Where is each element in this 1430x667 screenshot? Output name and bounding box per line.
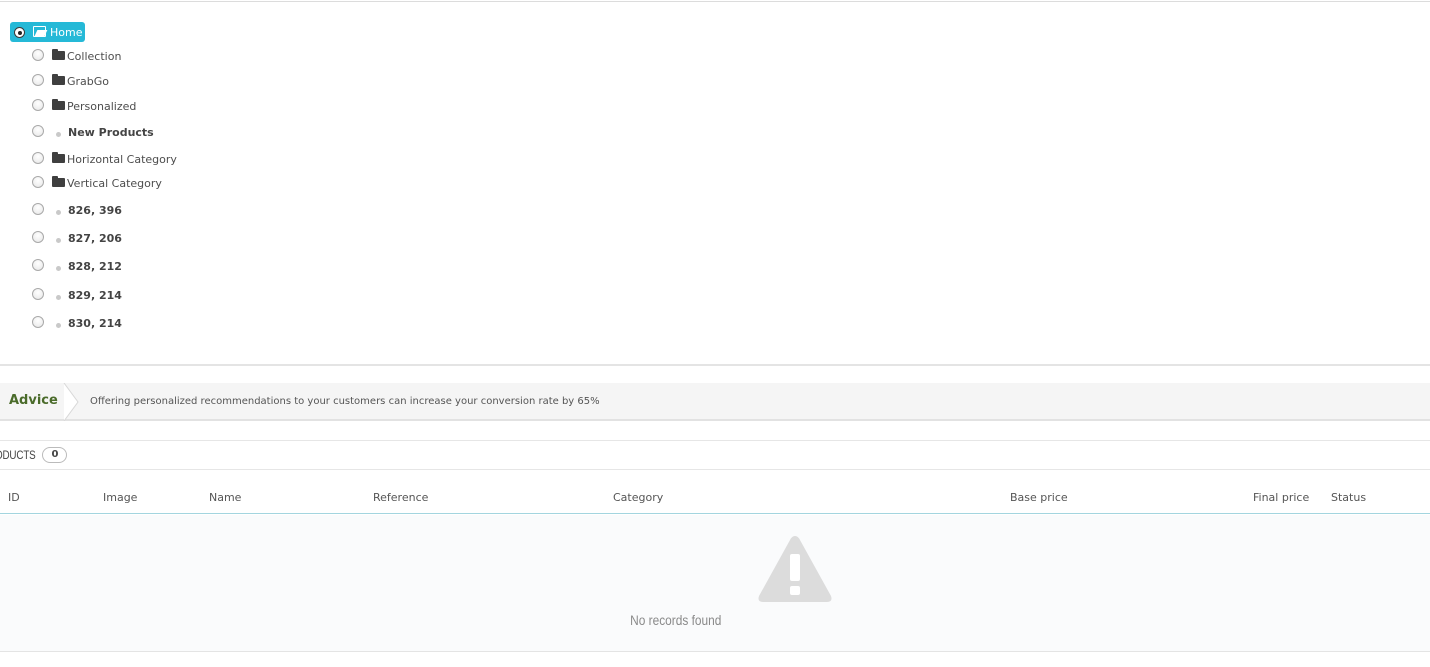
advice-text: Offering personalized recommendations to… — [90, 396, 600, 407]
bullet-icon — [56, 131, 61, 137]
products-empty-state: No records found — [0, 515, 1430, 652]
tree-node-horizontal-category[interactable]: Horizontal Category — [32, 148, 177, 168]
tree-node-label: 830, 214 — [68, 316, 122, 330]
tree-node-label: GrabGo — [67, 74, 110, 88]
folder-icon — [52, 48, 65, 60]
bullet-icon — [56, 209, 61, 215]
section-divider — [0, 364, 1430, 366]
panel-top-border — [0, 440, 1430, 441]
products-count-badge: 0 — [42, 447, 68, 463]
bullet-icon — [56, 322, 61, 328]
radio-home[interactable] — [14, 26, 25, 38]
tree-node-label: Horizontal Category — [67, 152, 177, 166]
folder-icon — [52, 98, 65, 110]
radio-827[interactable] — [32, 231, 44, 243]
tree-node-home-label: Home — [50, 25, 83, 39]
empty-state-text: No records found — [630, 612, 722, 628]
heading-divider — [0, 469, 1430, 470]
radio-new-products[interactable] — [32, 125, 44, 137]
chevron-right-icon — [63, 383, 79, 421]
tree-node-label: 827, 206 — [68, 231, 122, 245]
tree-node-label: 826, 396 — [68, 203, 122, 217]
category-tree: Home Collection GrabGo Personalized New … — [0, 0, 1430, 340]
tree-node-830[interactable]: 830, 214 — [32, 312, 122, 332]
tree-node-label: Vertical Category — [67, 176, 162, 190]
column-header-reference[interactable]: Reference — [373, 491, 428, 504]
radio-830[interactable] — [32, 316, 44, 328]
tree-node-home[interactable]: Home — [10, 22, 85, 42]
bullet-icon — [56, 294, 61, 300]
tree-node-label: New Products — [68, 125, 154, 139]
column-header-image[interactable]: Image — [103, 491, 137, 504]
radio-vertical-category[interactable] — [32, 176, 44, 188]
warning-icon — [758, 536, 832, 602]
tree-node-826[interactable]: 826, 396 — [32, 199, 122, 219]
tree-node-new-products[interactable]: New Products — [32, 121, 154, 141]
tree-node-828[interactable]: 828, 212 — [32, 255, 122, 275]
tree-node-label: Personalized — [67, 99, 137, 113]
folder-icon — [52, 73, 65, 85]
radio-826[interactable] — [32, 203, 44, 215]
bullet-icon — [56, 237, 61, 243]
tree-node-label: Collection — [67, 49, 122, 63]
tree-node-grabgo[interactable]: GrabGo — [32, 70, 109, 90]
radio-horizontal-category[interactable] — [32, 152, 44, 164]
tree-node-829[interactable]: 829, 214 — [32, 284, 122, 304]
radio-828[interactable] — [32, 259, 44, 271]
products-panel-heading: ODUCTS 0 — [0, 445, 68, 465]
products-table-header: ID Image Name Reference Category Base pr… — [0, 488, 1430, 514]
tree-node-vertical-category[interactable]: Vertical Category — [32, 172, 162, 192]
column-header-status[interactable]: Status — [1331, 491, 1366, 504]
tree-node-personalized[interactable]: Personalized — [32, 95, 136, 115]
radio-personalized[interactable] — [32, 99, 44, 111]
tree-node-label: 828, 212 — [68, 259, 122, 273]
bullet-icon — [56, 265, 61, 271]
tree-node-collection[interactable]: Collection — [32, 45, 121, 65]
radio-829[interactable] — [32, 288, 44, 300]
column-header-id[interactable]: ID — [8, 491, 20, 504]
column-header-final-price[interactable]: Final price — [1253, 491, 1309, 504]
folder-icon — [52, 151, 65, 163]
products-heading: ODUCTS — [0, 448, 36, 462]
radio-collection[interactable] — [32, 49, 44, 61]
tree-node-label: 829, 214 — [68, 288, 122, 302]
tree-node-827[interactable]: 827, 206 — [32, 227, 122, 247]
folder-icon — [52, 175, 65, 187]
advice-strip: Advice Offering personalized recommendat… — [0, 383, 1430, 421]
folder-open-icon — [33, 26, 47, 37]
column-header-base-price[interactable]: Base price — [1010, 491, 1068, 504]
advice-title: Advice — [9, 393, 58, 408]
column-header-name[interactable]: Name — [209, 491, 241, 504]
radio-grabgo[interactable] — [32, 74, 44, 86]
column-header-category[interactable]: Category — [613, 491, 663, 504]
